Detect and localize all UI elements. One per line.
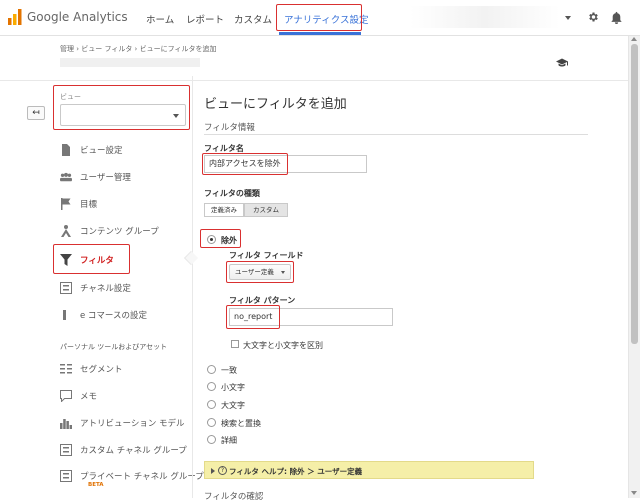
sidebar-item-user-management[interactable]: ユーザー管理 (60, 168, 192, 186)
scrollbar[interactable] (628, 36, 640, 498)
nav-custom[interactable]: カスタム (234, 12, 272, 26)
advanced-label: 詳細 (221, 436, 237, 445)
highlight-box (53, 85, 190, 130)
sidebar-item-label: メモ (80, 392, 98, 402)
chevron-right-icon (211, 468, 215, 474)
top-bar: Google Analytics ホーム レポート カスタム アナリティクス設定 (0, 0, 640, 36)
sidebar-item-label: セグメント (80, 365, 123, 375)
sidebar-item-attribution[interactable]: アトリビューション モデル (60, 414, 192, 432)
bar-chart-icon (60, 419, 72, 429)
uppercase-radio[interactable] (207, 400, 216, 409)
nav-reports[interactable]: レポート (186, 12, 224, 26)
sidebar-item-ecommerce[interactable]: e コマースの設定 (60, 306, 192, 324)
graduation-cap-icon[interactable] (556, 58, 568, 67)
account-selector[interactable] (410, 6, 560, 28)
sidebar-section-title: パーソナル ツールおよびアセット (60, 343, 168, 351)
sidebar-item-label: ユーザー管理 (80, 173, 131, 183)
filter-verify-title: フィルタの確認 (204, 492, 264, 502)
sidebar-item-segments[interactable]: セグメント (60, 360, 192, 378)
cart-icon (63, 310, 66, 320)
highlight-box (200, 229, 241, 248)
section-title: フィルタ情報 (204, 123, 255, 133)
sidebar-item-label: e コマースの設定 (80, 311, 148, 321)
section-divider (204, 134, 588, 135)
case-sensitive-checkbox[interactable] (231, 340, 239, 348)
sidebar-item-label: ビュー設定 (80, 146, 123, 156)
sidebar-item-label: カスタム チャネル グループ (80, 446, 187, 456)
analytics-logo-icon (8, 9, 22, 25)
sidebar-item-view-settings[interactable]: ビュー設定 (60, 141, 192, 159)
page-title: ビューにフィルタを追加 (204, 97, 347, 112)
uppercase-label: 大文字 (221, 401, 245, 410)
person-group-icon (61, 225, 71, 237)
note-icon (60, 390, 72, 402)
sidebar-item-label: チャネル設定 (80, 284, 131, 294)
highlight-box (226, 261, 294, 283)
breadcrumb[interactable]: 管理 › ビュー フィルタ › ビューにフィルタを追加 (60, 44, 216, 54)
sidebar-item-label: プライベート チャネル グループ (80, 472, 204, 482)
sidebar-item-channel-settings[interactable]: チャネル設定 (60, 279, 192, 297)
document-icon (62, 144, 70, 156)
filter-help-text: フィルタ ヘルプ: 除外 ＞ ユーザー定義 (229, 467, 363, 476)
channel-icon (60, 282, 72, 294)
sidebar-item-notes[interactable]: メモ (60, 387, 192, 405)
gear-icon[interactable] (587, 11, 599, 23)
highlight-box (226, 305, 280, 329)
channel-group-icon (60, 444, 72, 456)
sidebar-item-content-group[interactable]: コンテンツ グループ (60, 222, 192, 240)
highlight-box (276, 4, 362, 31)
users-icon (60, 172, 72, 182)
help-icon: ? (218, 466, 227, 475)
flag-icon (61, 198, 71, 210)
tab-predefined[interactable]: 定義済み (204, 203, 244, 217)
sidebar-item-label: 目標 (80, 200, 98, 210)
filter-field-label: フィルタ フィールド (229, 251, 304, 260)
nav-home[interactable]: ホーム (146, 12, 174, 26)
match-radio[interactable] (207, 365, 216, 374)
lowercase-radio[interactable] (207, 382, 216, 391)
sidebar-item-label: コンテンツ グループ (80, 227, 159, 237)
lowercase-label: 小文字 (221, 383, 245, 392)
logo-text: Google Analytics (27, 10, 128, 24)
sidebar-item-label: アトリビューション モデル (80, 419, 185, 429)
sidebar-item-custom-channel[interactable]: カスタム チャネル グループ (60, 441, 192, 459)
case-sensitive-label: 大文字と小文字を区別 (243, 341, 323, 350)
filter-help-bar[interactable]: ? フィルタ ヘルプ: 除外 ＞ ユーザー定義 (204, 461, 534, 479)
filter-type-label: フィルタの種類 (204, 189, 260, 198)
highlight-box (202, 153, 288, 175)
sidebar-divider (192, 76, 193, 498)
private-channel-icon (60, 470, 72, 482)
scroll-up-icon[interactable] (631, 37, 637, 41)
search-replace-radio[interactable] (207, 418, 216, 427)
nav-active-underline (279, 32, 361, 35)
divider (0, 80, 640, 81)
scroll-down-icon[interactable] (631, 491, 637, 495)
scrollbar-thumb[interactable] (631, 44, 638, 344)
sidebar-item-goals[interactable]: 目標 (60, 195, 192, 213)
chevron-down-icon[interactable] (565, 16, 571, 20)
search-replace-label: 検索と置換 (221, 419, 261, 428)
advanced-radio[interactable] (207, 435, 216, 444)
match-label: 一致 (221, 366, 237, 375)
back-button[interactable]: ↤ (27, 106, 45, 120)
highlight-box (53, 244, 130, 274)
account-name (60, 58, 200, 67)
sidebar-item-private-channel[interactable]: プライベート チャネル グループ BETA (60, 467, 204, 495)
bell-icon[interactable] (611, 11, 622, 24)
beta-badge: BETA (88, 482, 104, 488)
segment-icon (60, 364, 72, 374)
tab-custom[interactable]: カスタム (244, 203, 288, 217)
